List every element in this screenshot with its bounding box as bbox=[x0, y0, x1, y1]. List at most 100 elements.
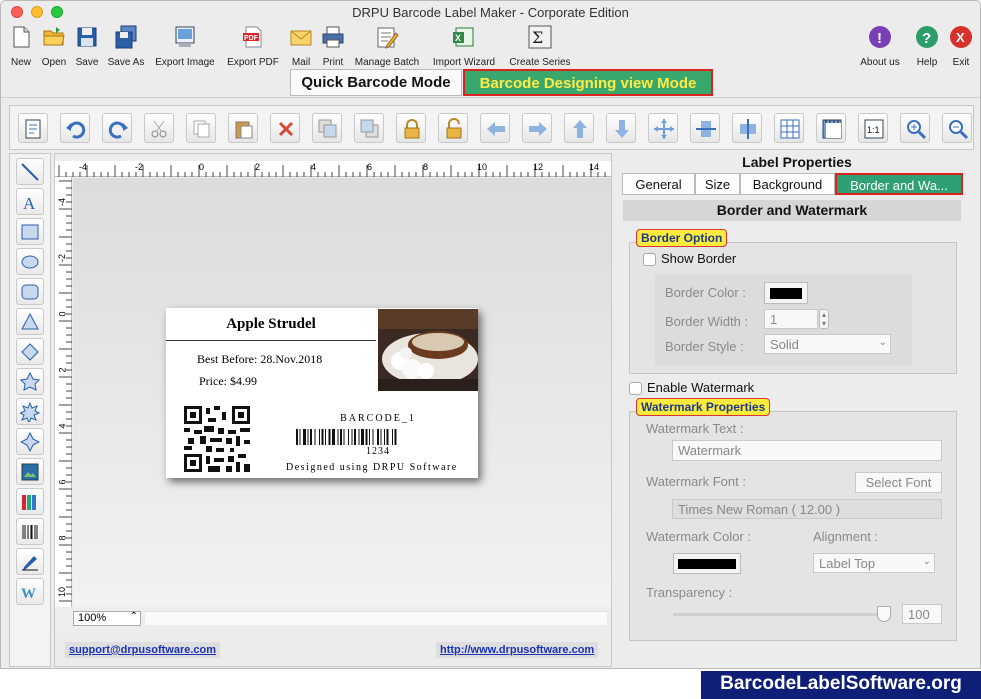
ruler-label: -4 bbox=[57, 197, 68, 207]
about-us-button[interactable]: ! About us bbox=[857, 25, 903, 68]
help-button[interactable]: ? Help bbox=[911, 25, 943, 68]
tab-border-watermark[interactable]: Border and Wa... bbox=[835, 173, 963, 195]
redo-button[interactable] bbox=[102, 113, 132, 143]
four-point-star-tool[interactable] bbox=[16, 428, 44, 455]
actual-size-button[interactable]: 1:1 bbox=[858, 113, 888, 143]
rounded-rect-icon bbox=[21, 284, 39, 300]
ruler-label: -2 bbox=[135, 162, 144, 172]
show-border-checkbox[interactable] bbox=[643, 253, 656, 266]
picture-tool[interactable] bbox=[16, 458, 44, 485]
signature-tool[interactable] bbox=[16, 548, 44, 575]
line-tool[interactable] bbox=[16, 158, 44, 185]
panel-title: Label Properties bbox=[742, 154, 852, 170]
zoom-in-button[interactable] bbox=[900, 113, 930, 143]
unlock-button[interactable] bbox=[438, 113, 468, 143]
exit-button[interactable]: X Exit bbox=[946, 25, 976, 68]
select-font-button[interactable]: Select Font bbox=[855, 472, 942, 493]
move-down-button[interactable] bbox=[606, 113, 636, 143]
bring-forward-button[interactable] bbox=[312, 113, 342, 143]
text-tool[interactable]: A bbox=[16, 188, 44, 215]
move-up-button[interactable] bbox=[564, 113, 594, 143]
watermark-tool[interactable]: W bbox=[16, 578, 44, 605]
save-as-button[interactable]: Save As bbox=[105, 25, 147, 68]
manage-batch-button[interactable]: Manage Batch bbox=[353, 25, 421, 68]
open-button[interactable]: Open bbox=[39, 25, 69, 68]
ruler-label: 4 bbox=[311, 162, 317, 172]
watermark-text-input[interactable]: Watermark bbox=[672, 440, 942, 461]
zoom-select[interactable]: 100% ⌃ bbox=[73, 611, 141, 626]
lock-icon bbox=[404, 119, 420, 139]
rectangle-tool[interactable] bbox=[16, 218, 44, 245]
tab-background[interactable]: Background bbox=[740, 173, 835, 195]
align-horizontal-button[interactable] bbox=[732, 113, 762, 143]
delete-button[interactable] bbox=[270, 113, 300, 143]
quick-barcode-mode-button[interactable]: Quick Barcode Mode bbox=[290, 69, 462, 96]
transparency-slider[interactable] bbox=[673, 606, 891, 622]
border-style-select[interactable]: Solid ⌄ bbox=[764, 334, 891, 354]
ruler-label: 10 bbox=[57, 586, 68, 598]
send-backward-button[interactable] bbox=[354, 113, 384, 143]
triangle-tool[interactable] bbox=[16, 308, 44, 335]
copy-button[interactable] bbox=[186, 113, 216, 143]
alignment-select[interactable]: Label Top ⌄ bbox=[813, 553, 935, 573]
export-image-button[interactable]: Export Image bbox=[153, 25, 217, 68]
ruler-label: 4 bbox=[57, 423, 68, 429]
ruler-label: 6 bbox=[57, 479, 68, 485]
align-vertical-button[interactable] bbox=[690, 113, 720, 143]
tab-size[interactable]: Size bbox=[695, 173, 740, 195]
diamond-tool[interactable] bbox=[16, 338, 44, 365]
linear-barcode[interactable] bbox=[294, 429, 462, 445]
section-heading: Border and Watermark bbox=[623, 200, 961, 221]
picture-icon bbox=[21, 463, 39, 481]
paste-button[interactable] bbox=[228, 113, 258, 143]
enable-watermark-checkbox[interactable] bbox=[629, 382, 642, 395]
library-tool[interactable] bbox=[16, 488, 44, 515]
transparency-input[interactable]: 100 bbox=[902, 604, 942, 624]
label-title-box[interactable]: Apple Strudel bbox=[166, 308, 376, 341]
watermark-color-swatch[interactable] bbox=[673, 553, 741, 574]
new-button[interactable]: New bbox=[7, 25, 35, 68]
stepper-icon[interactable]: ▴ ▾ bbox=[819, 309, 829, 329]
center-both-button[interactable] bbox=[648, 113, 678, 143]
support-email-link[interactable]: support@drpusoftware.com bbox=[65, 642, 221, 658]
price-text[interactable]: Price: $4.99 bbox=[199, 374, 257, 389]
ruler-label: 12 bbox=[533, 162, 544, 172]
tab-general[interactable]: General bbox=[622, 173, 695, 195]
slider-thumb[interactable] bbox=[877, 606, 891, 622]
grid-button[interactable] bbox=[774, 113, 804, 143]
label-design[interactable]: Apple Strudel Best Before: 28.Nov.2018 P… bbox=[166, 308, 478, 478]
properties-button[interactable] bbox=[18, 113, 48, 143]
cut-button[interactable] bbox=[144, 113, 174, 143]
ruler-label: 2 bbox=[57, 367, 68, 373]
undo-button[interactable] bbox=[60, 113, 90, 143]
star-tool[interactable] bbox=[16, 368, 44, 395]
zoom-out-button[interactable] bbox=[942, 113, 972, 143]
save-button[interactable]: Save bbox=[73, 25, 101, 68]
move-right-button[interactable] bbox=[522, 113, 552, 143]
qr-code[interactable] bbox=[184, 406, 250, 472]
export-pdf-button[interactable]: PDF Export PDF bbox=[225, 25, 281, 68]
import-wizard-button[interactable]: X Import Wizard bbox=[429, 25, 499, 68]
lock-button[interactable] bbox=[396, 113, 426, 143]
border-width-input[interactable]: 1 bbox=[764, 309, 818, 329]
rounded-rect-tool[interactable] bbox=[16, 278, 44, 305]
move-left-button[interactable] bbox=[480, 113, 510, 143]
horizontal-scrollbar[interactable] bbox=[145, 611, 607, 625]
send-backward-icon bbox=[360, 119, 379, 138]
ellipse-tool[interactable] bbox=[16, 248, 44, 275]
food-photo[interactable] bbox=[378, 309, 478, 391]
align-horizontal-icon bbox=[740, 119, 756, 139]
burst-tool[interactable] bbox=[16, 398, 44, 425]
designed-by-text[interactable]: Designed using DRPU Software bbox=[286, 462, 458, 473]
barcode-tool[interactable] bbox=[16, 518, 44, 545]
website-link[interactable]: http://www.drpusoftware.com bbox=[436, 642, 599, 658]
ruler-label: -4 bbox=[79, 162, 88, 172]
designing-view-mode-button[interactable]: Barcode Designing view Mode bbox=[463, 69, 713, 96]
mail-button[interactable]: Mail bbox=[288, 25, 314, 68]
arrow-right-icon bbox=[529, 122, 547, 136]
create-series-button[interactable]: Σ Create Series bbox=[506, 25, 574, 68]
border-color-swatch[interactable] bbox=[764, 282, 808, 304]
ruler-button[interactable] bbox=[816, 113, 846, 143]
best-before-text[interactable]: Best Before: 28.Nov.2018 bbox=[197, 352, 322, 367]
print-button[interactable]: Print bbox=[319, 25, 347, 68]
